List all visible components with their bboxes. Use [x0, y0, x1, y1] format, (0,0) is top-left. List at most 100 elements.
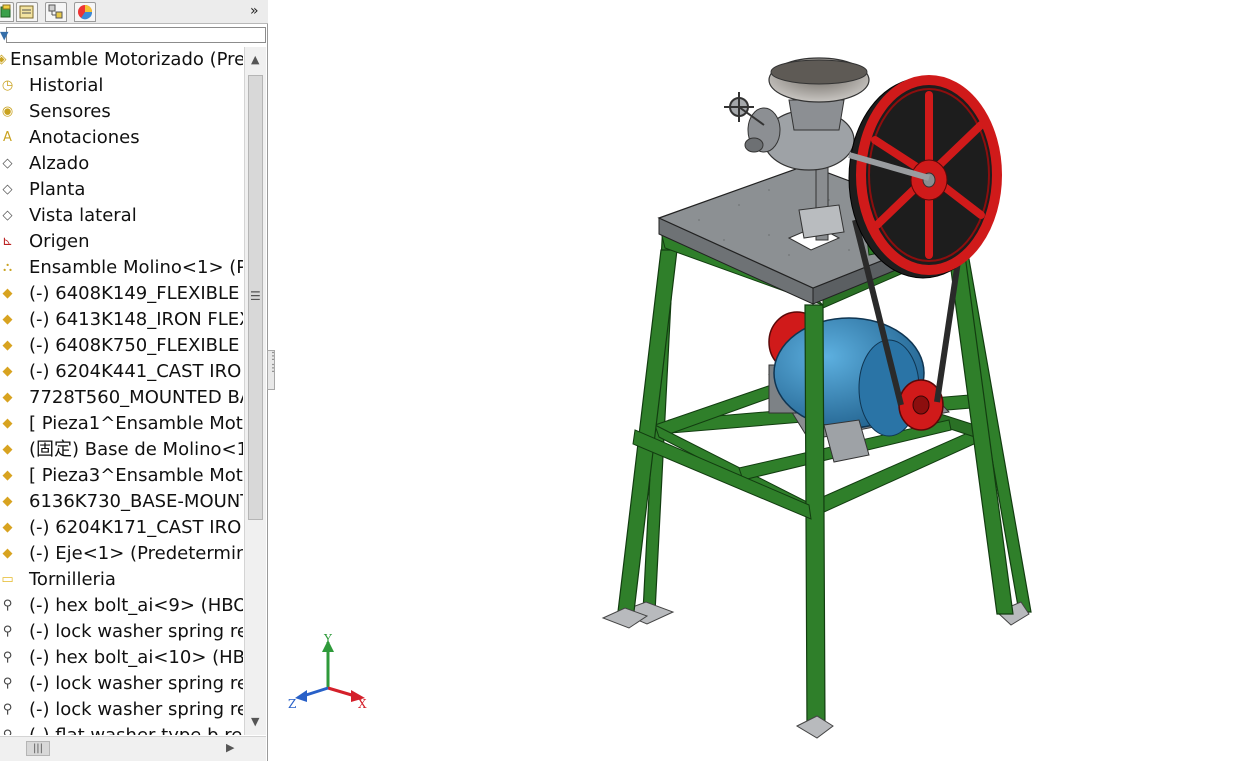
axis-triad: Y X Z — [288, 632, 367, 711]
configuration-manager-tab-icon — [48, 4, 63, 19]
tree-item-part[interactable]: ◆ (-) 6408K750_FLEXIBLE S — [0, 333, 244, 359]
tree-item-label: Origen — [29, 231, 90, 252]
tree-item-sensores[interactable]: ◉ Sensores — [0, 99, 243, 125]
tree-item-part[interactable]: ◆ (固定) Base de Molino<1> — [0, 437, 244, 463]
tree-item-part[interactable]: ◆ 7728T560_MOUNTED BA — [0, 385, 244, 411]
tree-item-anotaciones[interactable]: A Anotaciones — [0, 125, 243, 151]
tree-item-label: Sensores — [29, 101, 111, 122]
tree-item-part[interactable]: ◆ (-) 6204K171_CAST IRON — [0, 515, 244, 541]
display-manager-tab-icon — [78, 5, 93, 20]
tree-item-label: [ Pieza3^Ensamble Moto — [29, 465, 243, 486]
bolt-icon: ⚲ — [2, 676, 13, 691]
tree-item-alzado[interactable]: ◇ Alzado — [0, 151, 243, 177]
tree-item-label: (-) 6408K149_FLEXIBLE S — [29, 283, 243, 304]
filter-input[interactable]: ▼ — [0, 27, 266, 43]
tree-item-label: (-) 6408K750_FLEXIBLE S — [29, 335, 243, 356]
tree-item-part[interactable]: ◆ [ Pieza1^Ensamble Moto — [0, 411, 244, 437]
more-tabs-button[interactable]: » — [250, 3, 259, 19]
part-icon: ◆ — [2, 494, 13, 509]
tree-item-label: [ Pieza1^Ensamble Moto — [29, 413, 243, 434]
motor-pulley-hub — [912, 395, 930, 415]
tree-item-hardware[interactable]: ⚲ (-) flat washer type b reg — [0, 723, 243, 735]
tree-item-historial[interactable]: ◷ Historial — [0, 73, 243, 99]
subassembly-icon: ⛬ — [2, 260, 13, 275]
scroll-down-arrow-icon[interactable]: ▼ — [251, 715, 259, 728]
part-icon: ◆ — [2, 416, 13, 431]
tree-item-part[interactable]: ◆ (-) 6204K441_CAST IRON — [0, 359, 244, 385]
tree-item-label: (-) hex bolt_ai<10> (HBO — [29, 647, 243, 668]
tree-vertical-scrollbar[interactable]: ▲ ☰ ▼ — [244, 47, 266, 735]
model-viewport-svg: Y X Z — [288, 57, 1032, 739]
display-manager-tab[interactable] — [74, 2, 96, 22]
tree-item-planta[interactable]: ◇ Planta — [0, 177, 243, 203]
tree-item-label: (-) 6413K148_IRON FLEX — [29, 309, 243, 330]
feature-manager-tab-bar: » — [0, 0, 268, 24]
part-icon: ◆ — [2, 520, 13, 535]
configuration-manager-tab[interactable] — [45, 2, 67, 22]
plane-icon: ◇ — [2, 208, 13, 223]
tree-item-hardware[interactable]: ⚲ (-) hex bolt_ai<9> (HBOL — [0, 593, 243, 619]
property-manager-tab-icon — [19, 5, 34, 19]
scroll-up-arrow-icon[interactable]: ▲ — [251, 53, 259, 66]
tree-item-label: Anotaciones — [29, 127, 140, 148]
axis-x-label: X — [358, 697, 367, 711]
tree-root-assembly[interactable]: ◈ Ensamble Motorizado (Pre — [0, 47, 243, 73]
property-manager-tab[interactable] — [16, 2, 38, 22]
part-icon: ◆ — [2, 364, 13, 379]
tree-item-origen[interactable]: ⊾ Origen — [0, 229, 243, 255]
graphics-area[interactable]: Y X Z — [269, 0, 1251, 761]
tree-item-label: Planta — [29, 179, 86, 200]
grinder-handwheel — [724, 92, 765, 126]
tree-item-label: Ensamble Molino<1> (Pr — [29, 257, 243, 278]
bolt-icon: ⚲ — [2, 650, 13, 665]
tree-item-part[interactable]: ◆ (-) 6413K148_IRON FLEX — [0, 307, 244, 333]
tree-item-hardware[interactable]: ⚲ (-) lock washer spring reg — [0, 671, 243, 697]
bolt-icon: ⚲ — [2, 702, 13, 717]
tree-item-part[interactable]: ◆ (-) Eje<1> (Predetermina — [0, 541, 244, 567]
tree-item-label: (-) lock washer spring reg — [29, 621, 243, 642]
tree-item-vista-lateral[interactable]: ◇ Vista lateral — [0, 203, 243, 229]
tree-item-label: (-) flat washer type b reg — [29, 725, 243, 735]
grinder-clamp — [798, 204, 845, 239]
tree-item-folder[interactable]: ▭ Tornilleria — [0, 567, 243, 593]
tree-item-label: Vista lateral — [29, 205, 137, 226]
tree-horizontal-scrollbar[interactable]: ||| ▶ — [0, 736, 266, 761]
part-icon: ◆ — [2, 390, 13, 405]
part-icon: ◆ — [2, 546, 13, 561]
tree-item-label: (-) Eje<1> (Predetermina — [29, 543, 243, 564]
filter-bar: ▼ — [0, 25, 268, 45]
feature-manager-tab[interactable] — [0, 2, 14, 22]
history-folder-icon: ◷ — [1, 78, 14, 93]
tree-item-hardware[interactable]: ⚲ (-) lock washer spring reg — [0, 619, 243, 645]
tree-item-part[interactable]: ◆ (-) 6408K149_FLEXIBLE S — [0, 281, 244, 307]
axis-y-label: Y — [323, 632, 333, 646]
feature-manager-panel: » ▼ ◈ Ensamble Motorizado (Pre ◷ Historial ◉… — [0, 0, 268, 761]
scroll-right-arrow-icon[interactable]: ▶ — [226, 741, 234, 754]
part-icon: ◆ — [2, 442, 13, 457]
hscroll-thumb[interactable]: ||| — [26, 741, 50, 756]
tree-item-label: Historial — [29, 75, 104, 96]
origin-icon: ⊾ — [2, 234, 13, 249]
tree-item-label: (固定) Base de Molino<1> — [29, 439, 243, 460]
axis-x-line — [327, 686, 356, 698]
annotations-folder-icon: A — [3, 130, 12, 145]
tree-item-label: 7728T560_MOUNTED BA — [29, 387, 243, 408]
filter-icon[interactable]: ▼ — [0, 29, 8, 42]
tree-item-hardware[interactable]: ⚲ (-) lock washer spring reg — [0, 697, 243, 723]
tree-item-label: (-) lock washer spring reg — [29, 673, 243, 694]
tree-item-ensamble-molino[interactable]: ⛬ Ensamble Molino<1> (Pr — [0, 255, 243, 281]
tree-item-hardware[interactable]: ⚲ (-) hex bolt_ai<10> (HBO — [0, 645, 243, 671]
tree-item-label: (-) lock washer spring reg — [29, 699, 243, 720]
tree-item-part[interactable]: ◆ 6136K730_BASE-MOUNT — [0, 489, 244, 515]
foot — [795, 715, 834, 739]
tree-item-part[interactable]: ◆ [ Pieza3^Ensamble Moto — [0, 463, 244, 489]
front-right-leg — [948, 254, 1014, 615]
part-icon: ◆ — [2, 468, 13, 483]
axis-z-label: Z — [288, 697, 296, 711]
hopper-throat — [788, 99, 845, 131]
scroll-grip-icon: ☰ — [250, 289, 261, 303]
hopper-rim — [770, 59, 868, 85]
grinder-outlet — [744, 137, 764, 153]
plane-icon: ◇ — [2, 156, 13, 171]
folder-icon: ▭ — [1, 572, 14, 587]
